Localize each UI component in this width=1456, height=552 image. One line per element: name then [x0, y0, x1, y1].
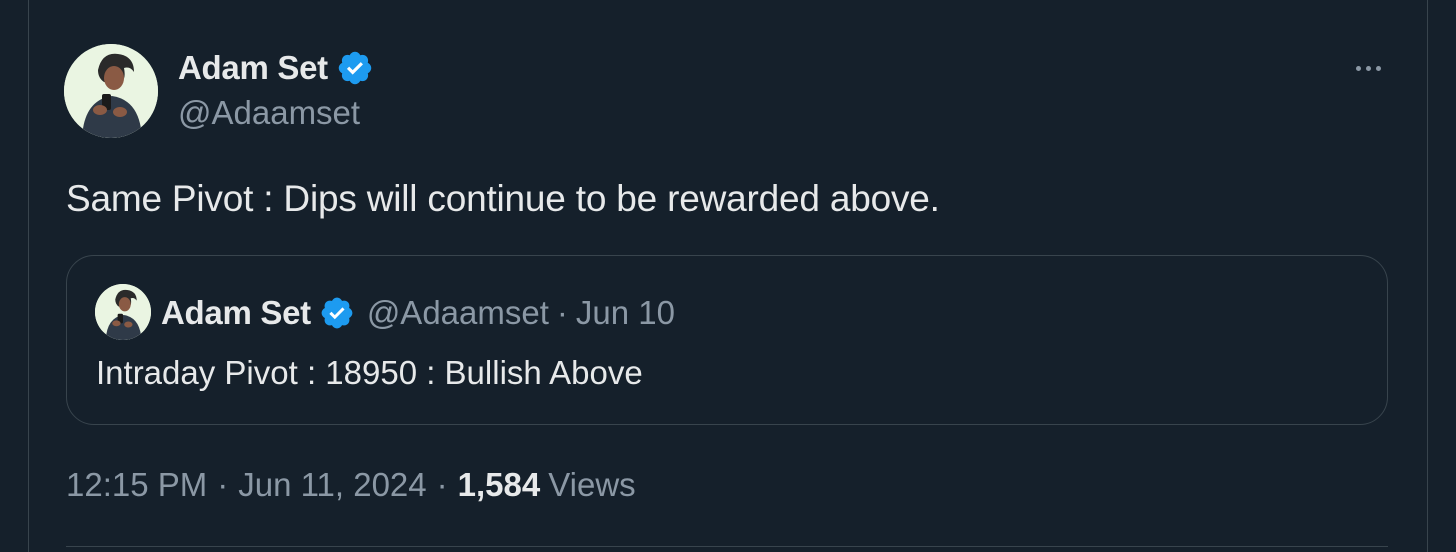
meta-separator: ·	[217, 466, 229, 503]
meta-separator: ·	[436, 466, 448, 503]
more-options-button[interactable]	[1348, 56, 1388, 80]
verified-badge-icon[interactable]	[336, 49, 374, 87]
views-count: 1,584	[457, 466, 541, 503]
quoted-header: Adam Set @Adaamset · Jun 10	[161, 293, 675, 333]
quoted-author-avatar	[95, 284, 151, 340]
author-display-name[interactable]: Adam Set	[178, 49, 328, 87]
more-dots-icon	[1375, 65, 1381, 71]
author-handle[interactable]: @Adaamset	[178, 94, 360, 132]
author-avatar[interactable]	[64, 44, 158, 138]
avatar-photo-icon	[64, 44, 158, 138]
verified-badge-icon	[321, 297, 353, 329]
quoted-text: Intraday Pivot : 18950 : Bullish Above	[96, 354, 643, 391]
quoted-tweet-card[interactable]: Adam Set @Adaamset · Jun 10 Intraday Piv…	[66, 255, 1388, 425]
quoted-handle: @Adaamset	[366, 294, 549, 331]
more-dots-icon	[1365, 65, 1371, 71]
author-name-row: Adam Set	[178, 48, 374, 88]
divider	[66, 546, 1388, 547]
more-dots-icon	[1355, 65, 1361, 71]
quoted-separator: ·	[556, 294, 568, 331]
tweet-time[interactable]: 12:15 PM	[66, 466, 207, 504]
tweet-text: Same Pivot : Dips will continue to be re…	[66, 178, 940, 219]
views-label: Views	[548, 466, 636, 503]
quoted-display-name: Adam Set	[161, 294, 311, 331]
avatar-photo-icon	[95, 284, 151, 340]
tweet-date[interactable]: Jun 11, 2024	[238, 466, 426, 504]
tweet-meta: 12:15 PM · Jun 11, 2024 · 1,584 Views	[66, 466, 636, 504]
quoted-date: Jun 10	[575, 294, 675, 331]
